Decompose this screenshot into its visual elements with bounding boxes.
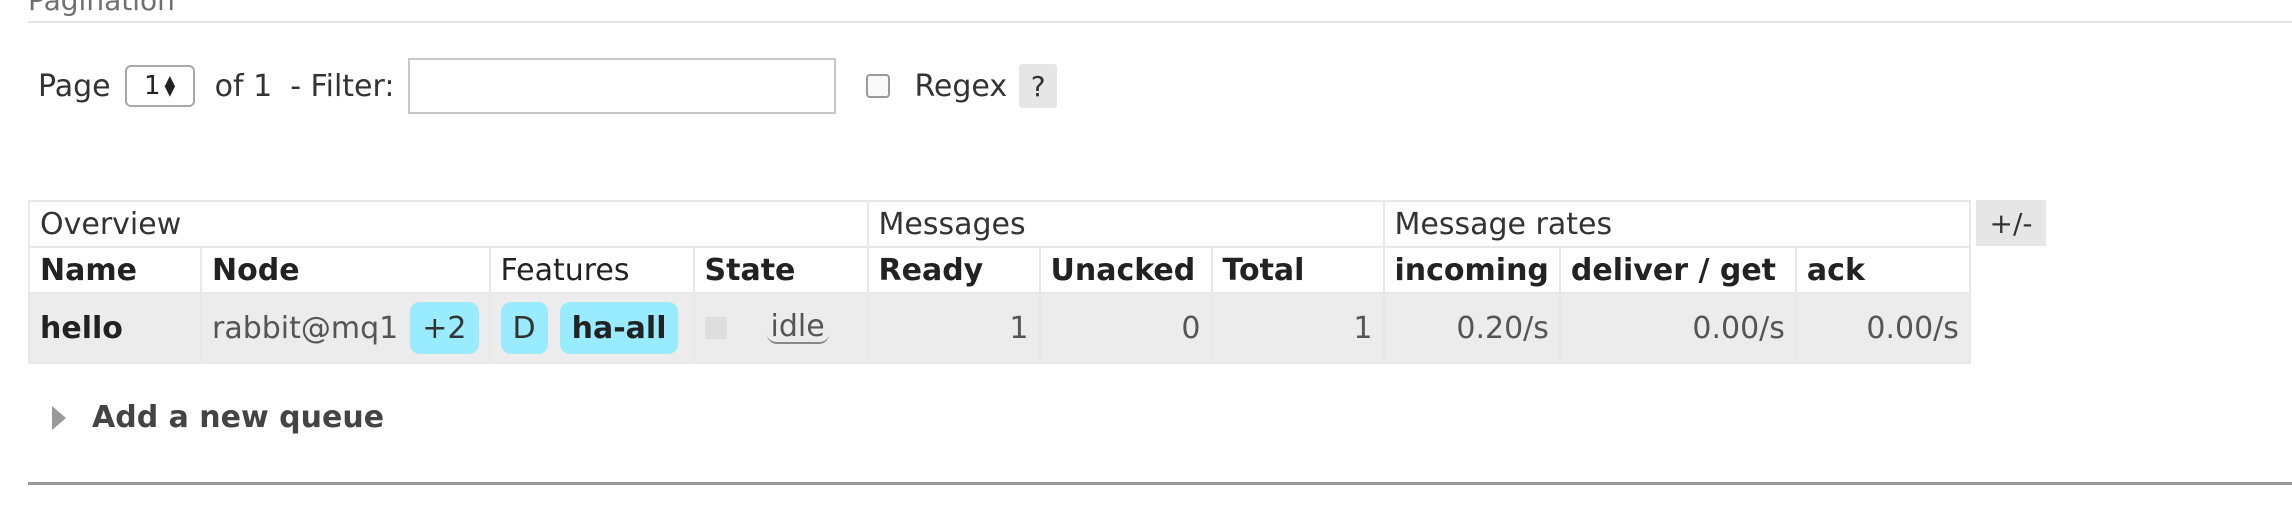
- regex-help-button[interactable]: ?: [1019, 64, 1058, 108]
- incoming-rate-cell: 0.20/s: [1382, 292, 1561, 364]
- page-label: Page: [38, 68, 111, 104]
- total-cell: 1: [1210, 292, 1385, 364]
- bottom-divider: [28, 482, 2292, 485]
- node-mirrors-badge: +2: [410, 302, 479, 354]
- unacked-cell: 0: [1038, 292, 1213, 364]
- state-label: idle: [766, 312, 829, 344]
- state-cell: idle: [692, 292, 869, 364]
- add-queue-label: Add a new queue: [92, 400, 385, 435]
- regex-label: Regex: [914, 68, 1008, 104]
- ack-rate-cell: 0.00/s: [1794, 292, 1971, 364]
- group-message-rates: Message rates: [1382, 200, 1971, 248]
- column-header-ack[interactable]: ack: [1794, 246, 1971, 294]
- page-select-value: 1: [143, 71, 161, 101]
- section-divider: [28, 21, 2292, 23]
- node-cell: rabbit@mq1 +2: [200, 292, 491, 364]
- column-group-row: Overview Messages Message rates: [28, 200, 1971, 248]
- group-messages: Messages: [866, 200, 1385, 248]
- filter-input[interactable]: [408, 58, 837, 114]
- page-count-label: of 1: [214, 68, 273, 104]
- node-name: rabbit@mq1: [212, 310, 399, 346]
- group-overview: Overview: [28, 200, 869, 248]
- column-header-row: Name Node Features State Ready Unacked T…: [28, 246, 1971, 294]
- queue-name-link[interactable]: hello: [40, 311, 123, 346]
- column-header-state[interactable]: State: [692, 246, 869, 294]
- durable-badge: D: [500, 302, 548, 354]
- queues-table: Overview Messages Message rates Name Nod…: [28, 200, 1971, 364]
- section-title: Pagination: [28, 0, 175, 17]
- deliver-get-rate-cell: 0.00/s: [1558, 292, 1797, 364]
- column-header-features: Features: [488, 246, 695, 294]
- column-header-incoming[interactable]: incoming: [1382, 246, 1561, 294]
- page-select[interactable]: 1 ▲ ▼: [124, 65, 195, 107]
- table-row[interactable]: hello rabbit@mq1 +2 D ha-all idle 1 0 1 …: [28, 292, 1971, 364]
- add-queue-toggle[interactable]: Add a new queue: [52, 400, 384, 435]
- column-header-deliver-get[interactable]: deliver / get: [1558, 246, 1797, 294]
- pagination-bar: Page 1 ▲ ▼ of 1 - Filter: Regex ?: [38, 58, 1058, 114]
- ready-cell: 1: [866, 292, 1041, 364]
- state-indicator-icon: [704, 317, 727, 339]
- expand-triangle-icon: [52, 405, 66, 430]
- filter-label: - Filter:: [290, 68, 395, 104]
- stepper-arrows-icon: ▲ ▼: [164, 73, 176, 99]
- features-cell: D ha-all: [488, 292, 695, 364]
- column-header-total[interactable]: Total: [1210, 246, 1385, 294]
- regex-checkbox[interactable]: [866, 74, 891, 98]
- column-header-ready[interactable]: Ready: [866, 246, 1041, 294]
- column-header-unacked[interactable]: Unacked: [1038, 246, 1213, 294]
- column-header-node[interactable]: Node: [200, 246, 491, 294]
- column-toggle-button[interactable]: +/-: [1976, 200, 2046, 246]
- column-header-name[interactable]: Name: [28, 246, 202, 294]
- queue-name-cell[interactable]: hello: [28, 292, 202, 364]
- policy-badge[interactable]: ha-all: [559, 302, 679, 354]
